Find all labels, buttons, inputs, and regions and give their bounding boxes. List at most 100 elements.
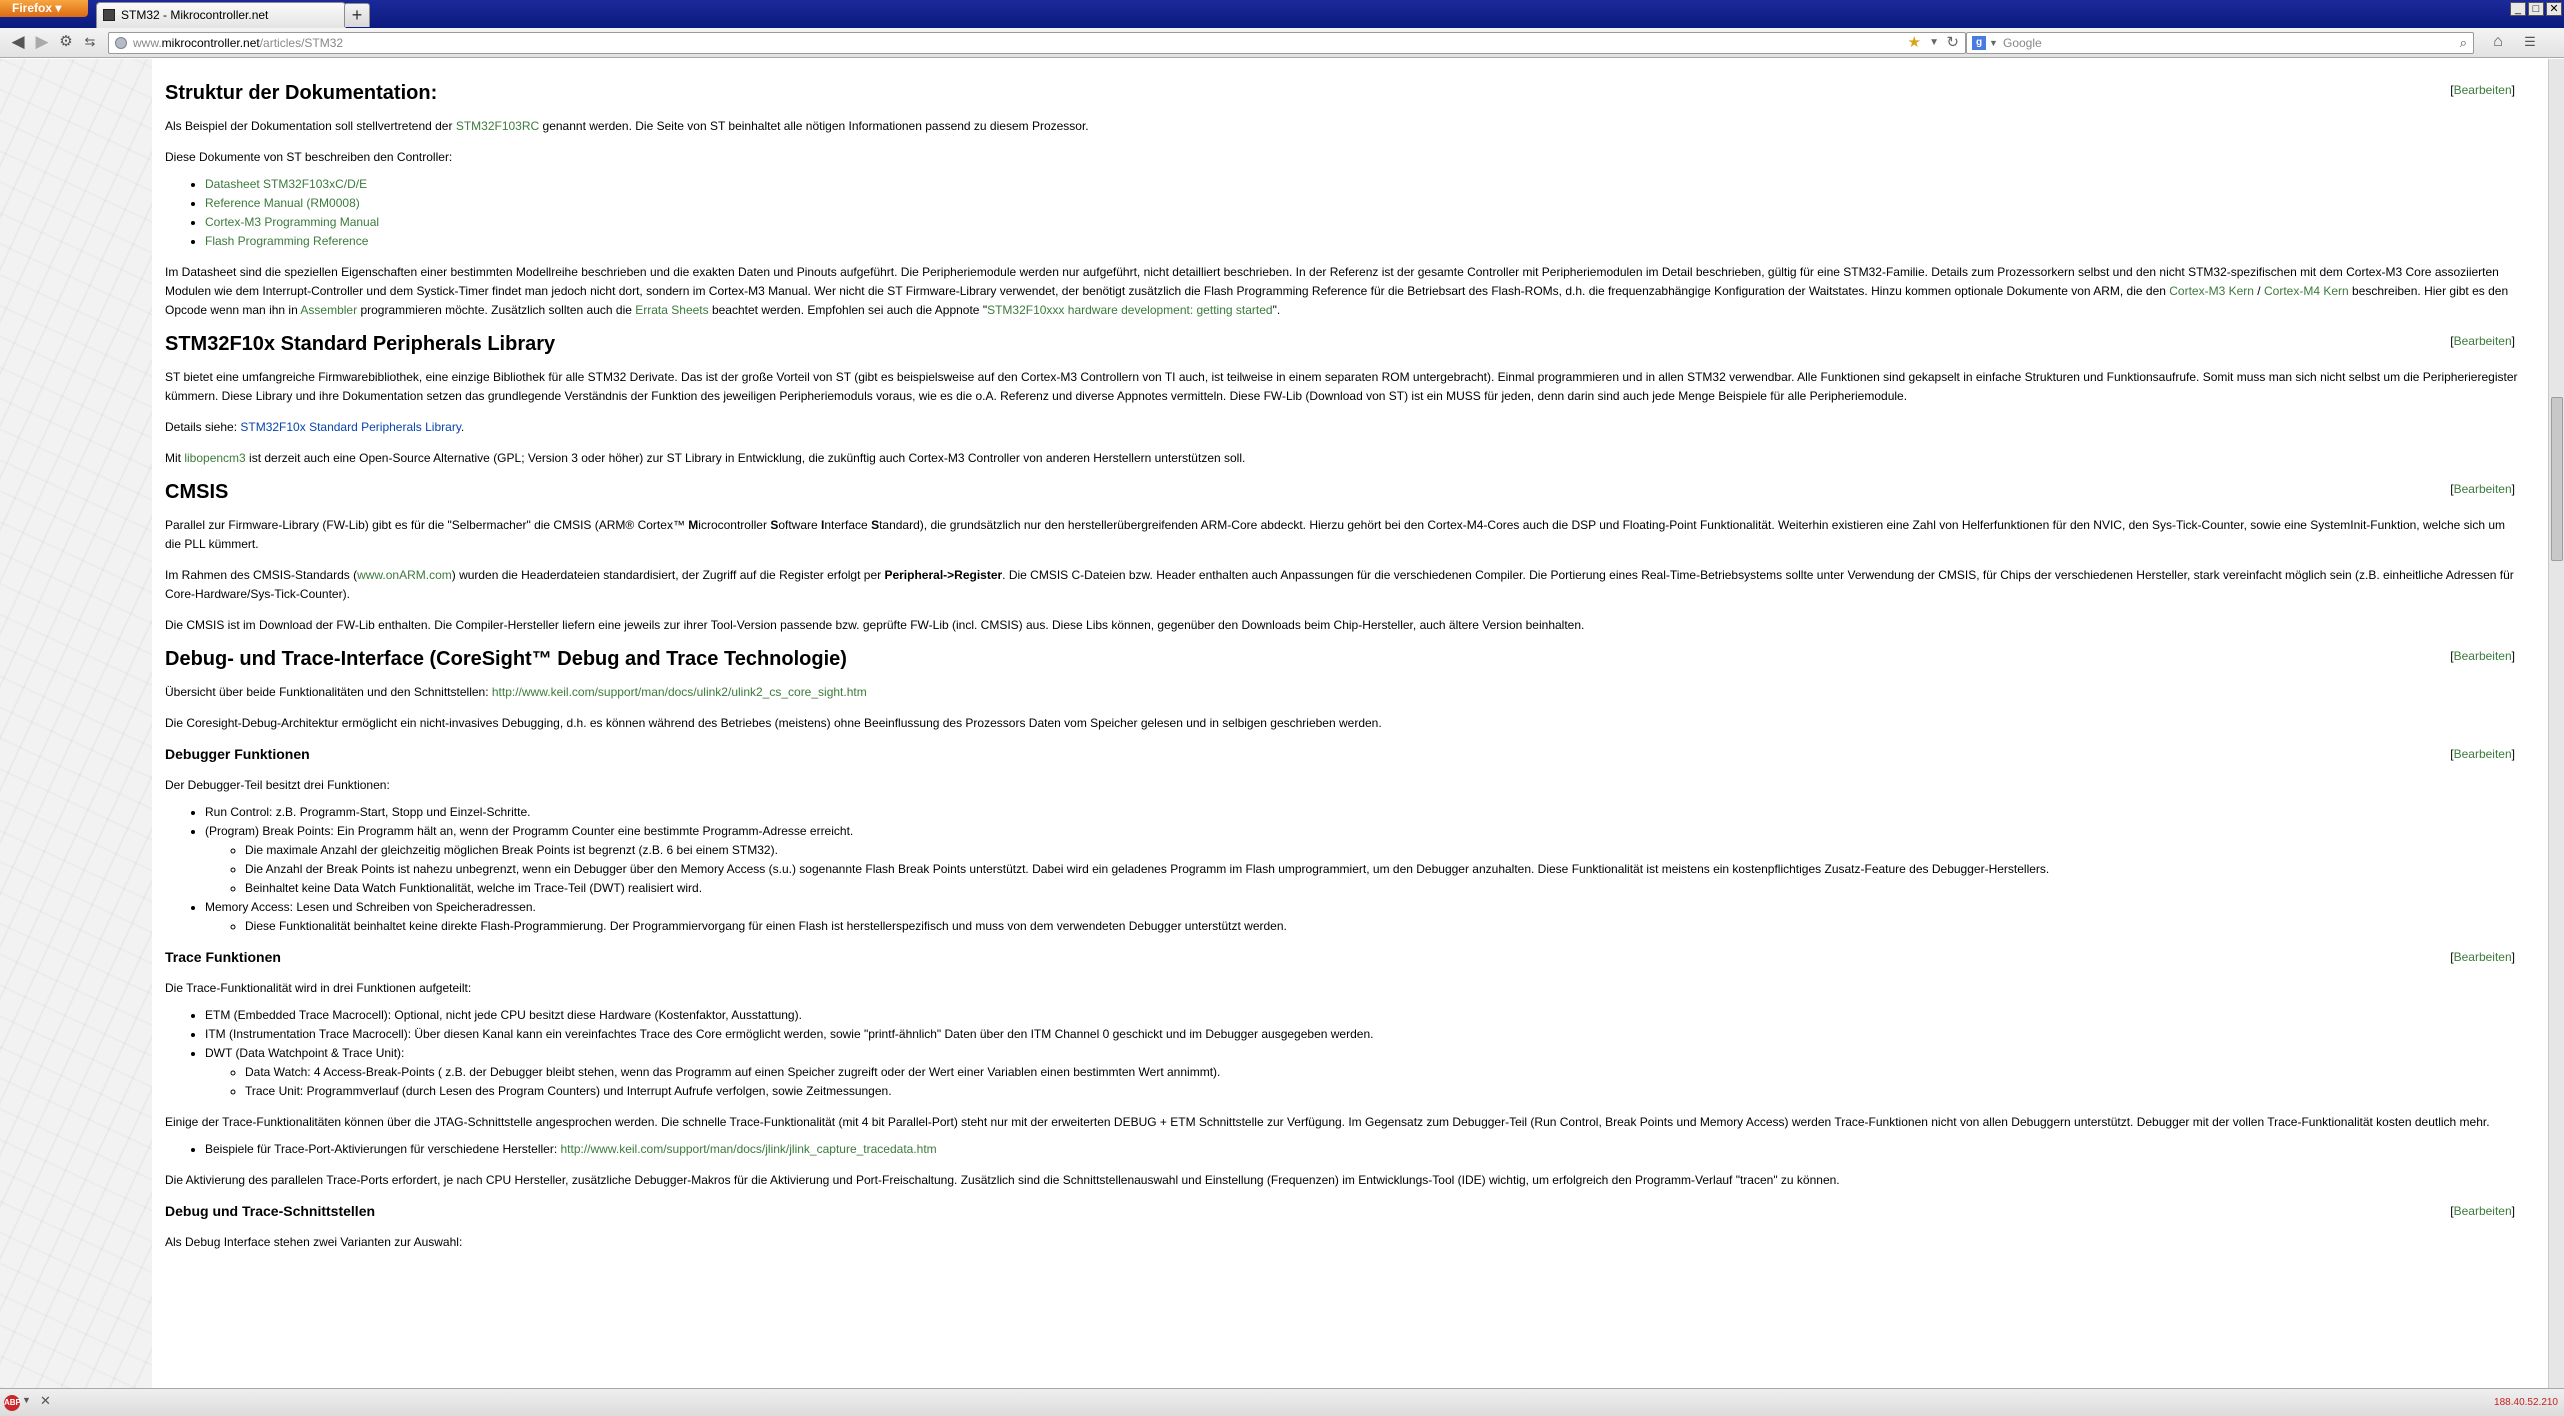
- url-dropdown-icon[interactable]: ▼: [1929, 33, 1939, 53]
- section-debugger-funktionen: [Bearbeiten] Debugger Funktionen Der Deb…: [165, 745, 2548, 936]
- tab-stm32[interactable]: STM32 - Mikrocontroller.net: [96, 2, 346, 28]
- server-ip: 188.40.52.210: [2494, 1397, 2558, 1408]
- list-item: Die Anzahl der Break Points ist nahezu u…: [245, 860, 2548, 879]
- list-item: Beinhaltet keine Data Watch Funktionalit…: [245, 879, 2548, 898]
- edit-link: [Bearbeiten]: [2450, 1204, 2515, 1218]
- text: Memory Access: Lesen und Schreiben von S…: [205, 900, 536, 914]
- paragraph: ST bietet eine umfangreiche Firmwarebibl…: [165, 370, 2518, 403]
- edit-link: [Bearbeiten]: [2450, 950, 2515, 964]
- link-std-periph-lib[interactable]: STM32F10x Standard Peripherals Library: [240, 420, 461, 434]
- text: beachtet werden. Empfohlen sei auch die …: [708, 303, 988, 317]
- background-pattern: [0, 59, 152, 1388]
- back-icon[interactable]: ◀: [8, 32, 28, 52]
- text: Details siehe:: [165, 420, 241, 434]
- new-tab-button[interactable]: +: [344, 3, 370, 27]
- forward-icon[interactable]: ▶: [32, 32, 52, 52]
- paragraph: Mit libopencm3 ist derzeit auch eine Ope…: [165, 449, 2524, 468]
- close-icon[interactable]: ✕: [40, 1393, 51, 1409]
- paragraph: Die Trace-Funktionalität wird in drei Fu…: [165, 981, 472, 995]
- edit-button[interactable]: Bearbeiten: [2454, 83, 2512, 97]
- edit-button[interactable]: Bearbeiten: [2454, 950, 2512, 964]
- sub-list: Data Watch: 4 Access-Break-Points ( z.B.…: [245, 1063, 2548, 1101]
- bold-text: M: [688, 518, 699, 532]
- edit-button[interactable]: Bearbeiten: [2454, 1204, 2512, 1218]
- adblock-dropdown-icon[interactable]: ▼: [22, 1395, 31, 1405]
- link-errata-sheets[interactable]: Errata Sheets: [635, 303, 708, 317]
- link-keil-coresight[interactable]: http://www.keil.com/support/man/docs/uli…: [492, 685, 867, 699]
- article-content: [Bearbeiten] Struktur der Dokumentation:…: [152, 59, 2548, 1388]
- document-list: Datasheet STM32F103xC/D/E Reference Manu…: [205, 175, 2548, 251]
- section-cmsis: [Bearbeiten] CMSIS Parallel zur Firmware…: [165, 480, 2548, 635]
- sub-list: Die maximale Anzahl der gleichzeitig mög…: [245, 841, 2548, 898]
- link-reference-manual[interactable]: Reference Manual (RM0008): [205, 196, 360, 210]
- tools-icon[interactable]: ⚙: [56, 32, 76, 52]
- list-item: (Program) Break Points: Ein Programm häl…: [205, 822, 2548, 898]
- link-assembler[interactable]: Assembler: [300, 303, 357, 317]
- debugger-function-list: Run Control: z.B. Programm-Start, Stopp …: [205, 803, 2548, 936]
- link-stm32f103rc[interactable]: STM32F103RC: [456, 119, 539, 133]
- edit-button[interactable]: Bearbeiten: [2454, 482, 2512, 496]
- google-engine-icon[interactable]: g: [1972, 36, 1986, 50]
- link-cortex-m3-kern[interactable]: Cortex-M3 Kern: [2169, 284, 2254, 298]
- history-icon[interactable]: ⇆: [80, 32, 100, 52]
- edit-link: [Bearbeiten]: [2450, 83, 2515, 97]
- edit-link: [Bearbeiten]: [2450, 649, 2515, 663]
- list-item: Data Watch: 4 Access-Break-Points ( z.B.…: [245, 1063, 2548, 1082]
- section-trace-funktionen: [Bearbeiten] Trace Funktionen Die Trace-…: [165, 948, 2548, 1190]
- link-programming-manual[interactable]: Cortex-M3 Programming Manual: [205, 215, 379, 229]
- engine-dropdown-icon[interactable]: ▼: [1989, 33, 1998, 53]
- favicon-icon: [103, 9, 115, 21]
- link-flash-reference[interactable]: Flash Programming Reference: [205, 234, 368, 248]
- text: Run Control: z.B. Programm-Start, Stopp …: [205, 805, 531, 819]
- subsection-heading: Debugger Funktionen: [165, 746, 310, 762]
- link-libopencm3[interactable]: libopencm3: [184, 451, 245, 465]
- link-datasheet[interactable]: Datasheet STM32F103xC/D/E: [205, 177, 367, 191]
- search-icon[interactable]: ⌕: [2460, 33, 2467, 53]
- section-schnittstellen: [Bearbeiten] Debug und Trace-Schnittstel…: [165, 1202, 2548, 1252]
- firefox-menu-label: Firefox: [12, 1, 53, 15]
- text: Beispiele für Trace-Port-Aktivierungen f…: [205, 1142, 561, 1156]
- adblock-icon[interactable]: ABP: [4, 1395, 21, 1411]
- site-identity-icon[interactable]: [115, 37, 127, 49]
- trace-example-list: Beispiele für Trace-Port-Aktivierungen f…: [205, 1140, 2548, 1159]
- text: icrocontroller: [698, 518, 771, 532]
- url-path: /articles/STM32: [259, 36, 344, 50]
- edit-button[interactable]: Bearbeiten: [2454, 334, 2512, 348]
- paragraph: Der Debugger-Teil besitzt drei Funktione…: [165, 778, 390, 792]
- vertical-scrollbar[interactable]: [2548, 59, 2564, 1388]
- text: oftware: [778, 518, 822, 532]
- search-bar[interactable]: g ▼ Google ⌕: [1966, 32, 2474, 54]
- text: ".: [1272, 303, 1281, 317]
- paragraph: Im Datasheet sind die speziellen Eigensc…: [165, 263, 2524, 320]
- text: /: [2253, 284, 2264, 298]
- reload-icon[interactable]: ↻: [1946, 33, 1959, 53]
- list-item: Die maximale Anzahl der gleichzeitig mög…: [245, 841, 2548, 860]
- sub-list: Diese Funktionalität beinhaltet keine di…: [245, 917, 2548, 936]
- minimize-icon[interactable]: _: [2510, 2, 2526, 16]
- navigation-toolbar: ◀ ▶ ⚙ ⇆ www.mikrocontroller.net/articles…: [0, 28, 2564, 58]
- edit-button[interactable]: Bearbeiten: [2454, 747, 2512, 761]
- page-viewport: [Bearbeiten] Struktur der Dokumentation:…: [0, 59, 2548, 1388]
- list-item: Reference Manual (RM0008): [205, 194, 2548, 213]
- text: Mit: [165, 451, 185, 465]
- list-item: Beispiele für Trace-Port-Aktivierungen f…: [205, 1140, 2548, 1159]
- close-window-icon[interactable]: ✕: [2546, 2, 2562, 16]
- list-item: Diese Funktionalität beinhaltet keine di…: [245, 917, 2548, 936]
- text: ) wurden die Headerdateien standardisier…: [451, 568, 885, 582]
- link-onarm[interactable]: www.onARM.com: [357, 568, 452, 582]
- maximize-icon[interactable]: □: [2528, 2, 2544, 16]
- paragraph: Als Debug Interface stehen zwei Variante…: [165, 1235, 463, 1249]
- bookmark-star-icon[interactable]: ★: [1908, 33, 1921, 53]
- paragraph: Die Aktivierung des parallelen Trace-Por…: [165, 1173, 1840, 1187]
- scrollbar-thumb[interactable]: [2551, 397, 2563, 561]
- address-bar[interactable]: www.mikrocontroller.net/articles/STM32 ★…: [108, 32, 1966, 54]
- link-keil-jlink[interactable]: http://www.keil.com/support/man/docs/jli…: [561, 1142, 937, 1156]
- firefox-menu-button[interactable]: Firefox ▾: [0, 0, 88, 17]
- link-appnote[interactable]: STM32F10xxx hardware development: gettin…: [987, 303, 1272, 317]
- menu-icon[interactable]: ☰: [2520, 32, 2540, 52]
- edit-button[interactable]: Bearbeiten: [2454, 649, 2512, 663]
- home-icon[interactable]: ⌂: [2488, 32, 2508, 52]
- link-cortex-m4-kern[interactable]: Cortex-M4 Kern: [2264, 284, 2349, 298]
- section-debug-trace: [Bearbeiten] Debug- und Trace-Interface …: [165, 647, 2548, 733]
- text: Als Beispiel der Dokumentation soll stel…: [165, 119, 456, 133]
